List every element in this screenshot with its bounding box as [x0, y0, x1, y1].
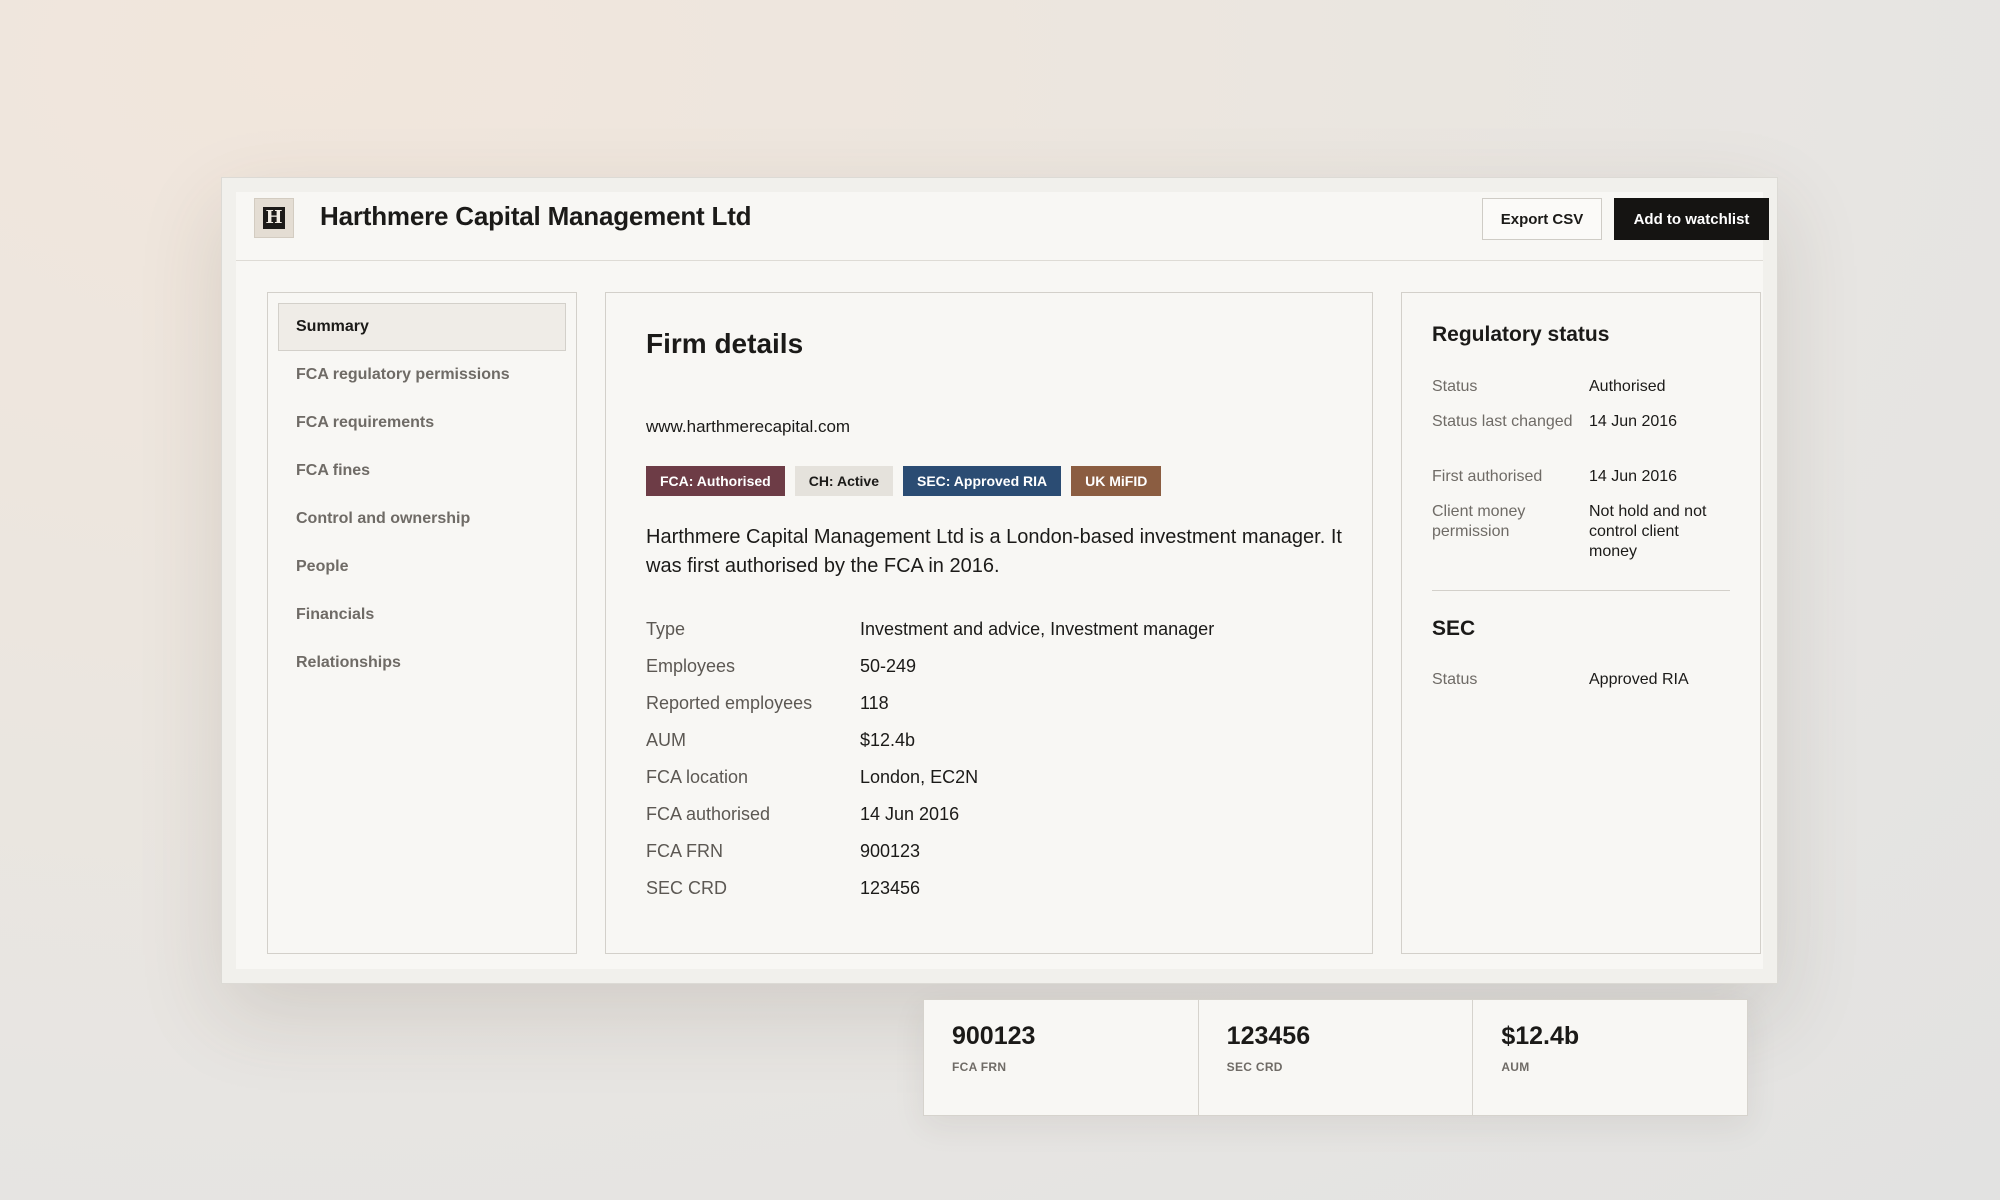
- sidebar-item-fca-requirements[interactable]: FCA requirements: [278, 399, 566, 447]
- export-csv-button[interactable]: Export CSV: [1482, 198, 1602, 240]
- firm-window: H Harthmere Capital Management Ltd Expor…: [221, 177, 1778, 984]
- firm-facts-table: Type Investment and advice, Investment m…: [646, 611, 1346, 907]
- fact-label: SEC CRD: [646, 878, 728, 898]
- firm-logo-mark: H: [263, 207, 285, 229]
- fact-row-employees: Employees 50-249: [646, 648, 1346, 685]
- status-row: Status Authorised: [1432, 377, 1732, 397]
- status-value: Not hold and not control client money: [1589, 503, 1707, 560]
- stat-label: SEC CRD: [1226, 1060, 1283, 1074]
- firm-logo: H: [254, 198, 294, 238]
- section-divider: [1432, 590, 1730, 591]
- fact-value: London, EC2N: [860, 767, 979, 787]
- sidebar-item-fca-regulatory-permissions[interactable]: FCA regulatory permissions: [278, 351, 566, 399]
- status-value: Approved RIA: [1589, 671, 1689, 688]
- status-row: First authorised 14 Jun 2016: [1432, 467, 1732, 487]
- status-tags: FCA: Authorised CH: Active SEC: Approved…: [646, 466, 1162, 496]
- regulatory-status-title: Regulatory status: [1432, 323, 1610, 346]
- fact-label: Type: [646, 619, 686, 639]
- status-label: First authorised: [1432, 468, 1543, 485]
- tag-fca-authorised: FCA: Authorised: [646, 466, 785, 496]
- firm-details-title: Firm details: [646, 328, 804, 359]
- status-label: Status last changed: [1432, 413, 1573, 430]
- fact-value: 50-249: [860, 656, 917, 676]
- fact-label: FCA authorised: [646, 804, 771, 824]
- stat-card-aum: $12.4b AUM: [1473, 1000, 1747, 1115]
- fact-label: AUM: [646, 730, 686, 750]
- stat-label: AUM: [1501, 1060, 1530, 1074]
- sidebar-item-control-and-ownership[interactable]: Control and ownership: [278, 495, 566, 543]
- status-value: 14 Jun 2016: [1589, 413, 1678, 430]
- status-row: Status Approved RIA: [1432, 670, 1732, 690]
- fact-value: Investment and advice, Investment manage…: [860, 619, 1215, 639]
- fact-row-aum: AUM $12.4b: [646, 722, 1346, 759]
- sidebar-item-people[interactable]: People: [278, 543, 566, 591]
- fact-value: $12.4b: [860, 730, 916, 750]
- status-row: Status last changed 14 Jun 2016: [1432, 412, 1732, 432]
- stat-value: 900123: [952, 1022, 1036, 1050]
- stat-card-fca-frn: 900123 FCA FRN: [924, 1000, 1199, 1115]
- tag-uk-mifid: UK MiFID: [1071, 466, 1162, 496]
- sidebar-item-relationships[interactable]: Relationships: [278, 639, 566, 687]
- fact-row-fca-location: FCA location London, EC2N: [646, 759, 1346, 796]
- key-stats-strip: 900123 FCA FRN 123456 SEC CRD $12.4b AUM: [923, 999, 1748, 1116]
- stat-card-sec-crd: 123456 SEC CRD: [1199, 1000, 1474, 1115]
- page-title: Harthmere Capital Management Ltd: [320, 201, 752, 231]
- fact-row-fca-authorised: FCA authorised 14 Jun 2016: [646, 796, 1346, 833]
- fact-row-fca-frn: FCA FRN 900123: [646, 833, 1346, 870]
- sidebar-item-fca-fines[interactable]: FCA fines: [278, 447, 566, 495]
- fact-value: 14 Jun 2016: [860, 804, 960, 824]
- fact-value: 123456: [860, 878, 921, 898]
- firm-panel: H Harthmere Capital Management Ltd Expor…: [236, 192, 1769, 969]
- fact-row-type: Type Investment and advice, Investment m…: [646, 611, 1346, 648]
- status-row: Client money permission Not hold and not…: [1432, 502, 1732, 562]
- sidebar-item-financials[interactable]: Financials: [278, 591, 566, 639]
- status-label: Client money permission: [1432, 503, 1526, 540]
- sec-section-title: SEC: [1432, 617, 1476, 640]
- add-to-watchlist-button[interactable]: Add to watchlist: [1614, 198, 1769, 240]
- sidebar-nav: Summary FCA regulatory permissions FCA r…: [267, 292, 577, 954]
- fact-row-reported-employees: Reported employees 118: [646, 685, 1346, 722]
- fact-label: Reported employees: [646, 693, 813, 713]
- tag-ch-active: CH: Active: [794, 466, 893, 496]
- fact-value: 900123: [860, 841, 921, 861]
- stat-value: $12.4b: [1501, 1022, 1580, 1050]
- page-header: H Harthmere Capital Management Ltd Expor…: [236, 192, 1769, 261]
- fact-label: Employees: [646, 656, 736, 676]
- sidebar-item-summary[interactable]: Summary: [278, 303, 566, 351]
- firm-description: Harthmere Capital Management Ltd is a Lo…: [646, 526, 1342, 577]
- status-value: Authorised: [1589, 378, 1666, 395]
- firm-website-link[interactable]: www.harthmerecapital.com: [646, 417, 850, 437]
- status-value: 14 Jun 2016: [1589, 468, 1678, 485]
- status-label: Status: [1432, 671, 1478, 688]
- fact-value: 118: [860, 693, 889, 713]
- stat-value: 123456: [1226, 1022, 1311, 1050]
- status-label: Status: [1432, 378, 1478, 395]
- regulatory-status-card: Regulatory status Status Authorised Stat…: [1401, 292, 1761, 954]
- fact-label: FCA FRN: [646, 841, 724, 861]
- stat-label: FCA FRN: [952, 1060, 1007, 1074]
- fact-row-sec-crd: SEC CRD 123456: [646, 870, 1346, 907]
- firm-details-card: Firm details www.harthmerecapital.com FC…: [605, 292, 1373, 954]
- fact-label: FCA location: [646, 767, 749, 787]
- tag-sec-approved-ria: SEC: Approved RIA: [902, 466, 1062, 496]
